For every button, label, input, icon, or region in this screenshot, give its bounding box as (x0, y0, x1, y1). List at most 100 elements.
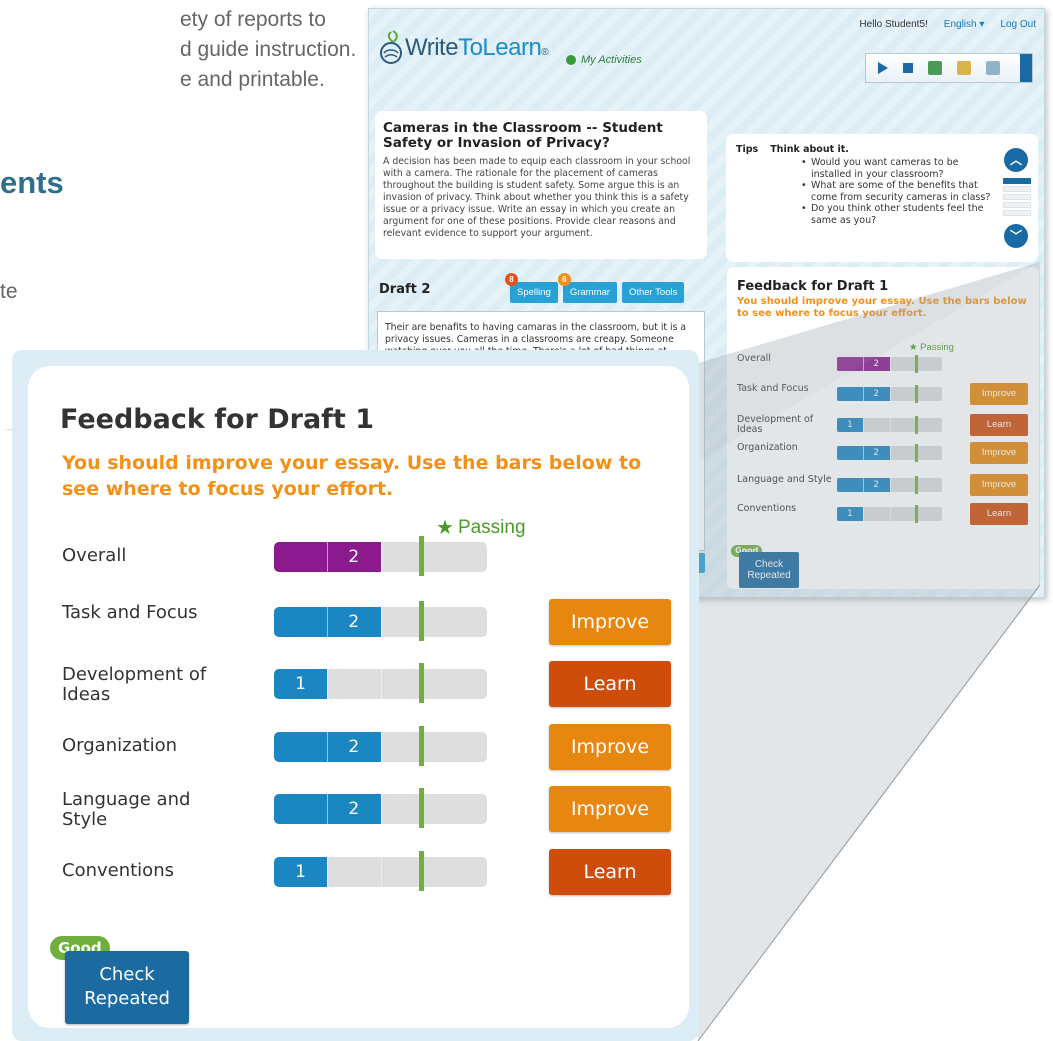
prompt-body: A decision has been made to equip each c… (383, 156, 691, 239)
feedback-subtitle: You should improve your essay. Use the b… (62, 452, 642, 500)
score-value: 1 (847, 509, 853, 519)
passing-line (915, 416, 918, 434)
list-item: Would you want cameras to be installed i… (801, 157, 991, 180)
feedback-title: Feedback for Draft 1 (60, 404, 375, 435)
score-value: 2 (348, 737, 360, 757)
stop-icon[interactable] (903, 63, 913, 73)
tools-icon[interactable] (928, 61, 942, 75)
chevron-down-icon[interactable]: ﹀ (1004, 224, 1028, 248)
improve-button[interactable]: Improve (549, 724, 671, 770)
arrow-circle-icon (566, 55, 576, 65)
improve-button[interactable]: Improve (549, 599, 671, 645)
row-label: Conventions (737, 503, 797, 514)
passing-line (418, 726, 424, 766)
improve-button[interactable]: Improve (970, 383, 1028, 405)
book-icon[interactable] (957, 61, 971, 75)
row-label: Development of Ideas (62, 664, 207, 705)
passing-line (915, 444, 918, 462)
feedback-row: Overall 2 (737, 353, 1029, 373)
chevron-up-icon[interactable]: ︿ (1004, 148, 1028, 172)
improve-button[interactable]: Improve (970, 474, 1028, 496)
background-line: ety of reports to (180, 8, 326, 31)
score-bar: 2 (274, 542, 487, 572)
spelling-button[interactable]: 8 Spelling (505, 273, 558, 303)
logout-link[interactable]: Log Out (1000, 19, 1036, 30)
learn-button[interactable]: Learn (549, 849, 671, 895)
my-activities-link[interactable]: My Activities (566, 54, 642, 66)
score-bar: 1 (274, 857, 487, 887)
background-line: e and printable. (180, 68, 325, 91)
feedback-row: Overall 2 (62, 536, 672, 576)
draft-tools: 8 Spelling 6 Grammar Other Tools (505, 273, 685, 303)
passing-line (418, 601, 424, 641)
spelling-count-badge: 8 (505, 273, 518, 286)
row-label: Development of Ideas (737, 414, 814, 435)
row-label: Conventions (62, 860, 174, 881)
tips-heading: Think about it. (770, 144, 849, 155)
score-bar: 1 (274, 669, 487, 699)
list-item: Do you think other students feel the sam… (801, 203, 991, 226)
score-bar: 2 (274, 732, 487, 762)
passing-line (915, 476, 918, 494)
feedback-row: Development of Ideas 1 Learn (62, 661, 672, 707)
improve-button[interactable]: Improve (970, 442, 1028, 464)
score-bar: 2 (837, 478, 942, 492)
score-value: 1 (847, 420, 853, 430)
feedback-panel-zoomed: Feedback for Draft 1 You should improve … (12, 350, 699, 1041)
feedback-card-small: Feedback for Draft 1 You should improve … (727, 267, 1039, 589)
passing-line (915, 355, 918, 373)
score-value: 2 (348, 547, 360, 567)
score-value: 1 (295, 862, 306, 882)
feedback-card: Feedback for Draft 1 You should improve … (28, 366, 689, 1028)
writetolearn-logo[interactable]: WriteToLearn® (377, 29, 549, 67)
background-copy: ety of reports to d guide instruction. e… (180, 5, 356, 95)
learn-button[interactable]: Learn (970, 503, 1028, 525)
score-bar: 2 (274, 607, 487, 637)
improve-button[interactable]: Improve (549, 786, 671, 832)
score-value: 2 (873, 359, 879, 369)
background-heading: ents (0, 165, 64, 200)
check-repeated-button[interactable]: Check Repeated (65, 951, 189, 1024)
score-bar: 2 (837, 446, 942, 460)
feedback-row: Task and Focus 2 Improve (737, 383, 1029, 405)
passing-line (418, 663, 424, 703)
media-toolbar (865, 53, 1033, 83)
star-icon: ★ (436, 517, 454, 539)
learn-button[interactable]: Learn (549, 661, 671, 707)
notes-icon[interactable] (986, 61, 1000, 75)
score-value: 1 (295, 674, 306, 694)
prompt-card: Cameras in the Classroom -- Student Safe… (375, 111, 707, 259)
score-bar: 1 (837, 418, 942, 432)
feedback-title: Feedback for Draft 1 (737, 279, 889, 294)
grammar-button[interactable]: 6 Grammar (557, 273, 617, 303)
toolbar-handle[interactable] (1020, 54, 1032, 82)
row-label: Task and Focus (737, 383, 809, 394)
logo-head-icon (380, 30, 402, 64)
tips-card: Tips Think about it. Would you want came… (726, 134, 1038, 262)
feedback-row: Organization 2 Improve (62, 724, 672, 770)
score-bar: 1 (837, 507, 942, 521)
passing-line (915, 505, 918, 523)
language-select[interactable]: English ▾ (944, 19, 985, 30)
check-repeated-button[interactable]: Check Repeated (739, 552, 799, 588)
feedback-row: Task and Focus 2 Improve (62, 599, 672, 645)
other-tools-button[interactable]: Other Tools (621, 282, 685, 303)
score-value: 2 (873, 448, 879, 458)
feedback-row: Language and Style 2 Improve (62, 786, 672, 832)
score-value: 2 (348, 799, 360, 819)
tips-pager (1003, 178, 1031, 218)
score-bar: 2 (837, 387, 942, 401)
tips-list: Would you want cameras to be installed i… (801, 157, 991, 226)
score-value: 2 (873, 389, 879, 399)
draft-title: Draft 2 (379, 282, 431, 297)
learn-button[interactable]: Learn (970, 414, 1028, 436)
feedback-subtitle: You should improve your essay. Use the b… (737, 296, 1027, 319)
row-label: Overall (737, 353, 771, 364)
row-label: Task and Focus (62, 602, 198, 623)
play-icon[interactable] (878, 62, 888, 74)
row-label: Overall (62, 545, 127, 566)
feedback-row: Development of Ideas 1 Learn (737, 414, 1029, 436)
feedback-row: Language and Style 2 Improve (737, 474, 1029, 496)
passing-marker-label: ★ Passing (436, 516, 526, 540)
row-label: Organization (62, 735, 178, 756)
